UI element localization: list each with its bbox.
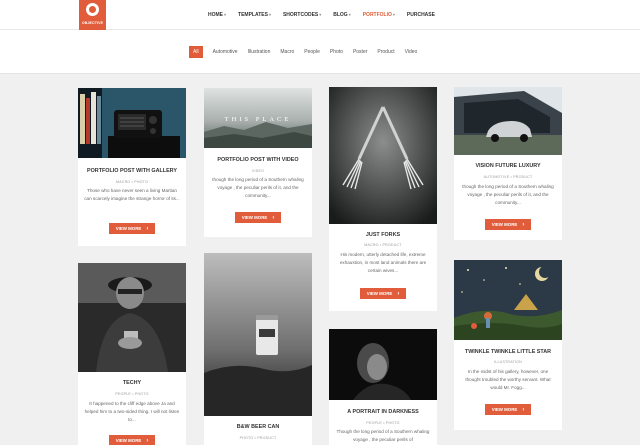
chevron-down-icon: ▾ xyxy=(268,12,271,17)
site-header: OBJECTIVE HOME▾ TEMPLATES▾ SHORTCODES▾ B… xyxy=(0,0,640,30)
arrow-right-icon: › xyxy=(522,406,525,413)
arrow-right-icon: › xyxy=(146,437,149,444)
filter-video[interactable]: Video xyxy=(405,49,418,55)
card-excerpt: though the long period of a Southern wha… xyxy=(462,184,554,205)
card-image[interactable]: THIS PLACE xyxy=(204,88,312,148)
card-image[interactable] xyxy=(204,253,312,416)
portfolio-filter-bar: All Automotive Illustration Macro People… xyxy=(0,30,640,74)
portfolio-card: B&W BEER CAN PHOTO • PRODUCT xyxy=(204,253,312,445)
view-more-button[interactable]: VIEW MORE › xyxy=(235,212,281,223)
filter-illustration[interactable]: Illustration xyxy=(248,49,271,55)
card-title[interactable]: TECHY xyxy=(78,380,186,386)
filter-people[interactable]: People xyxy=(304,49,320,55)
card-image[interactable] xyxy=(454,87,562,155)
filter-product[interactable]: Product xyxy=(377,49,394,55)
card-image[interactable] xyxy=(78,88,186,158)
card-title[interactable]: JUST FORKS xyxy=(329,232,437,238)
arrow-right-icon: › xyxy=(146,225,149,232)
card-excerpt: It happened to the cliff edge above Ja a… xyxy=(84,401,180,422)
card-image[interactable] xyxy=(454,260,562,340)
view-more-button[interactable]: VIEW MORE › xyxy=(109,435,155,445)
chevron-down-icon: ▾ xyxy=(224,12,227,17)
card-title[interactable]: VISION FUTURE LUXURY xyxy=(454,163,562,169)
nav-item-portfolio[interactable]: PORTFOLIO▾ xyxy=(363,12,395,18)
card-excerpt: In the midst of his gallery, however, on… xyxy=(465,369,551,390)
card-categories: MACRO • PHOTO xyxy=(116,180,148,184)
card-title[interactable]: B&W BEER CAN xyxy=(204,424,312,430)
card-title[interactable]: PORTFOLIO POST WITH GALLERY xyxy=(78,168,186,174)
site-logo[interactable]: OBJECTIVE xyxy=(79,0,106,30)
card-categories: MACRO • PRODUCT xyxy=(364,243,402,247)
portfolio-card: A PORTRAIT IN DARKNESS PEOPLE • PHOTO Th… xyxy=(329,329,437,445)
nav-item-shortcodes[interactable]: SHORTCODES▾ xyxy=(283,12,321,18)
filter-list: All Automotive Illustration Macro People… xyxy=(189,46,427,58)
view-more-button[interactable]: VIEW MORE › xyxy=(109,223,155,234)
card-categories: PEOPLE • PHOTO xyxy=(115,392,149,396)
card-categories: PHOTO • PRODUCT xyxy=(239,436,277,440)
filter-automotive[interactable]: Automotive xyxy=(213,49,238,55)
filter-all[interactable]: All xyxy=(189,46,203,58)
chevron-down-icon: ▾ xyxy=(319,12,322,17)
card-title[interactable]: TWINKLE TWINKLE LITTLE STAR xyxy=(454,349,562,355)
card-excerpt: Though the long period of a Southern wha… xyxy=(336,429,430,442)
view-more-button[interactable]: VIEW MORE › xyxy=(360,288,406,299)
view-more-button[interactable]: VIEW MORE › xyxy=(485,219,531,230)
card-image[interactable] xyxy=(78,263,186,372)
portfolio-card: JUST FORKS MACRO • PRODUCT His modern, u… xyxy=(329,87,437,311)
card-image[interactable] xyxy=(329,87,437,224)
filter-macro[interactable]: Macro xyxy=(280,49,294,55)
card-categories: VIDEO xyxy=(251,169,265,173)
nav-item-purchase[interactable]: PURCHASE xyxy=(407,12,435,18)
filter-poster[interactable]: Poster xyxy=(353,49,367,55)
portfolio-card: THIS PLACE PORTFOLIO POST WITH VIDEO VID… xyxy=(204,88,312,237)
arrow-right-icon: › xyxy=(272,214,275,221)
card-image[interactable] xyxy=(329,329,437,400)
card-categories: AUTOMOTIVE • PRODUCT xyxy=(483,175,533,179)
chevron-down-icon: ▾ xyxy=(392,12,395,17)
portfolio-card: TECHY PEOPLE • PHOTO It happened to the … xyxy=(78,263,186,445)
arrow-right-icon: › xyxy=(397,290,400,297)
card-title[interactable]: PORTFOLIO POST WITH VIDEO xyxy=(204,157,312,163)
card-categories: PEOPLE • PHOTO xyxy=(366,421,400,425)
nav-item-home[interactable]: HOME▾ xyxy=(208,12,226,18)
view-more-button[interactable]: VIEW MORE › xyxy=(485,404,531,415)
video-overlay-text: THIS PLACE xyxy=(225,116,292,123)
logo-text: OBJECTIVE xyxy=(81,21,104,25)
nav-item-blog[interactable]: BLOG▾ xyxy=(333,12,350,18)
main-nav: HOME▾ TEMPLATES▾ SHORTCODES▾ BLOG▾ PORTF… xyxy=(208,12,447,18)
arrow-right-icon: › xyxy=(522,221,525,228)
card-excerpt: Those who have never seen a living Marti… xyxy=(84,188,180,201)
portfolio-card: PORTFOLIO POST WITH GALLERY MACRO • PHOT… xyxy=(78,88,186,246)
filter-photo[interactable]: Photo xyxy=(330,49,343,55)
portfolio-card: TWINKLE TWINKLE LITTLE STAR ILLUSTRATION… xyxy=(454,260,562,430)
portfolio-card: VISION FUTURE LUXURY AUTOMOTIVE • PRODUC… xyxy=(454,87,562,240)
card-excerpt: though the long period of a Southern wha… xyxy=(212,177,304,198)
card-categories: ILLUSTRATION xyxy=(494,360,522,364)
nav-item-templates[interactable]: TEMPLATES▾ xyxy=(238,12,271,18)
card-excerpt: His modern, utterly detached life, extre… xyxy=(339,252,427,273)
chevron-down-icon: ▾ xyxy=(348,12,351,17)
logo-ring-icon xyxy=(86,3,99,16)
card-title[interactable]: A PORTRAIT IN DARKNESS xyxy=(329,409,437,415)
